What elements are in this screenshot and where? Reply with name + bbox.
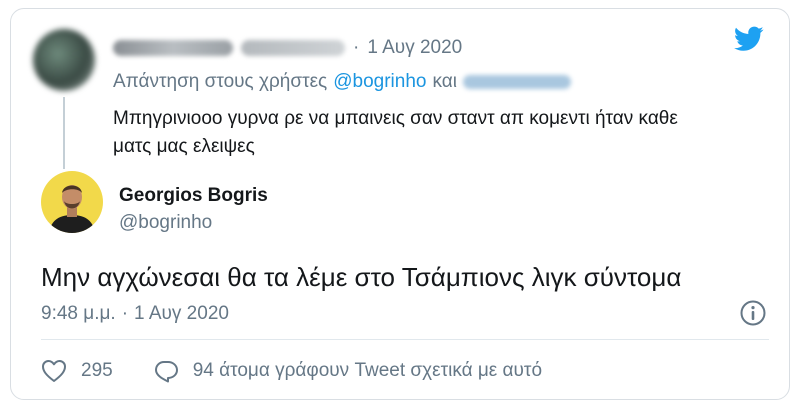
like-count: 295: [81, 360, 113, 381]
tweet-meta: 9:48 μ.μ. · 1 Αυγ 2020: [41, 303, 229, 325]
like-action[interactable]: 295: [41, 359, 113, 383]
parent-handle-blurred[interactable]: [241, 40, 345, 56]
parent-display-name-blurred[interactable]: [113, 40, 233, 56]
tweet-card: · 1 Αυγ 2020 Απάντηση στους χρήστες @bog…: [10, 8, 790, 400]
parent-tweet-text: Μπηγρινιοοο γυρνα ρε να μπαινεις σαν στα…: [113, 108, 678, 157]
tweet-time[interactable]: 9:48 μ.μ.: [41, 303, 116, 325]
thread-connector: [63, 97, 65, 169]
heart-icon[interactable]: [41, 359, 67, 383]
author-handle[interactable]: @bogrinho: [119, 212, 212, 234]
parent-header: · 1 Αυγ 2020: [113, 37, 462, 59]
parent-date[interactable]: 1 Αυγ 2020: [367, 37, 462, 59]
tweet-meta-separator: ·: [121, 303, 129, 324]
reply-handle-link[interactable]: @bogrinho: [333, 71, 426, 93]
author-avatar[interactable]: [41, 171, 103, 233]
tweet-date[interactable]: 1 Αυγ 2020: [134, 303, 229, 325]
tweet-text: Μην αγχώνεσαι θα τα λέμε στο Τσάμπιονς λ…: [41, 262, 682, 292]
reply-conjunction: και: [432, 71, 457, 92]
parent-avatar[interactable]: [33, 29, 95, 91]
reply-prefix: Απάντηση στους χρήστες: [113, 71, 328, 92]
actions-divider: [41, 339, 769, 340]
twitter-bird-icon[interactable]: [734, 26, 764, 52]
reply-handle-blurred[interactable]: [462, 75, 571, 89]
reply-to-line: Απάντηση στους χρήστες @bogrinho και: [113, 71, 571, 93]
discussion-text[interactable]: 94 άτομα γράφουν Tweet σχετικά με αυτό: [193, 360, 542, 382]
info-icon[interactable]: [739, 299, 767, 327]
parent-date-separator: ·: [353, 37, 360, 58]
author-display-name[interactable]: Georgios Bogris: [119, 185, 268, 207]
tweet-actions: 295 94 άτομα γράφουν Tweet σχετικά με αυ…: [41, 359, 542, 383]
comment-bubble-icon[interactable]: [153, 359, 179, 383]
discussion-action[interactable]: 94 άτομα γράφουν Tweet σχετικά με αυτό: [153, 359, 542, 383]
